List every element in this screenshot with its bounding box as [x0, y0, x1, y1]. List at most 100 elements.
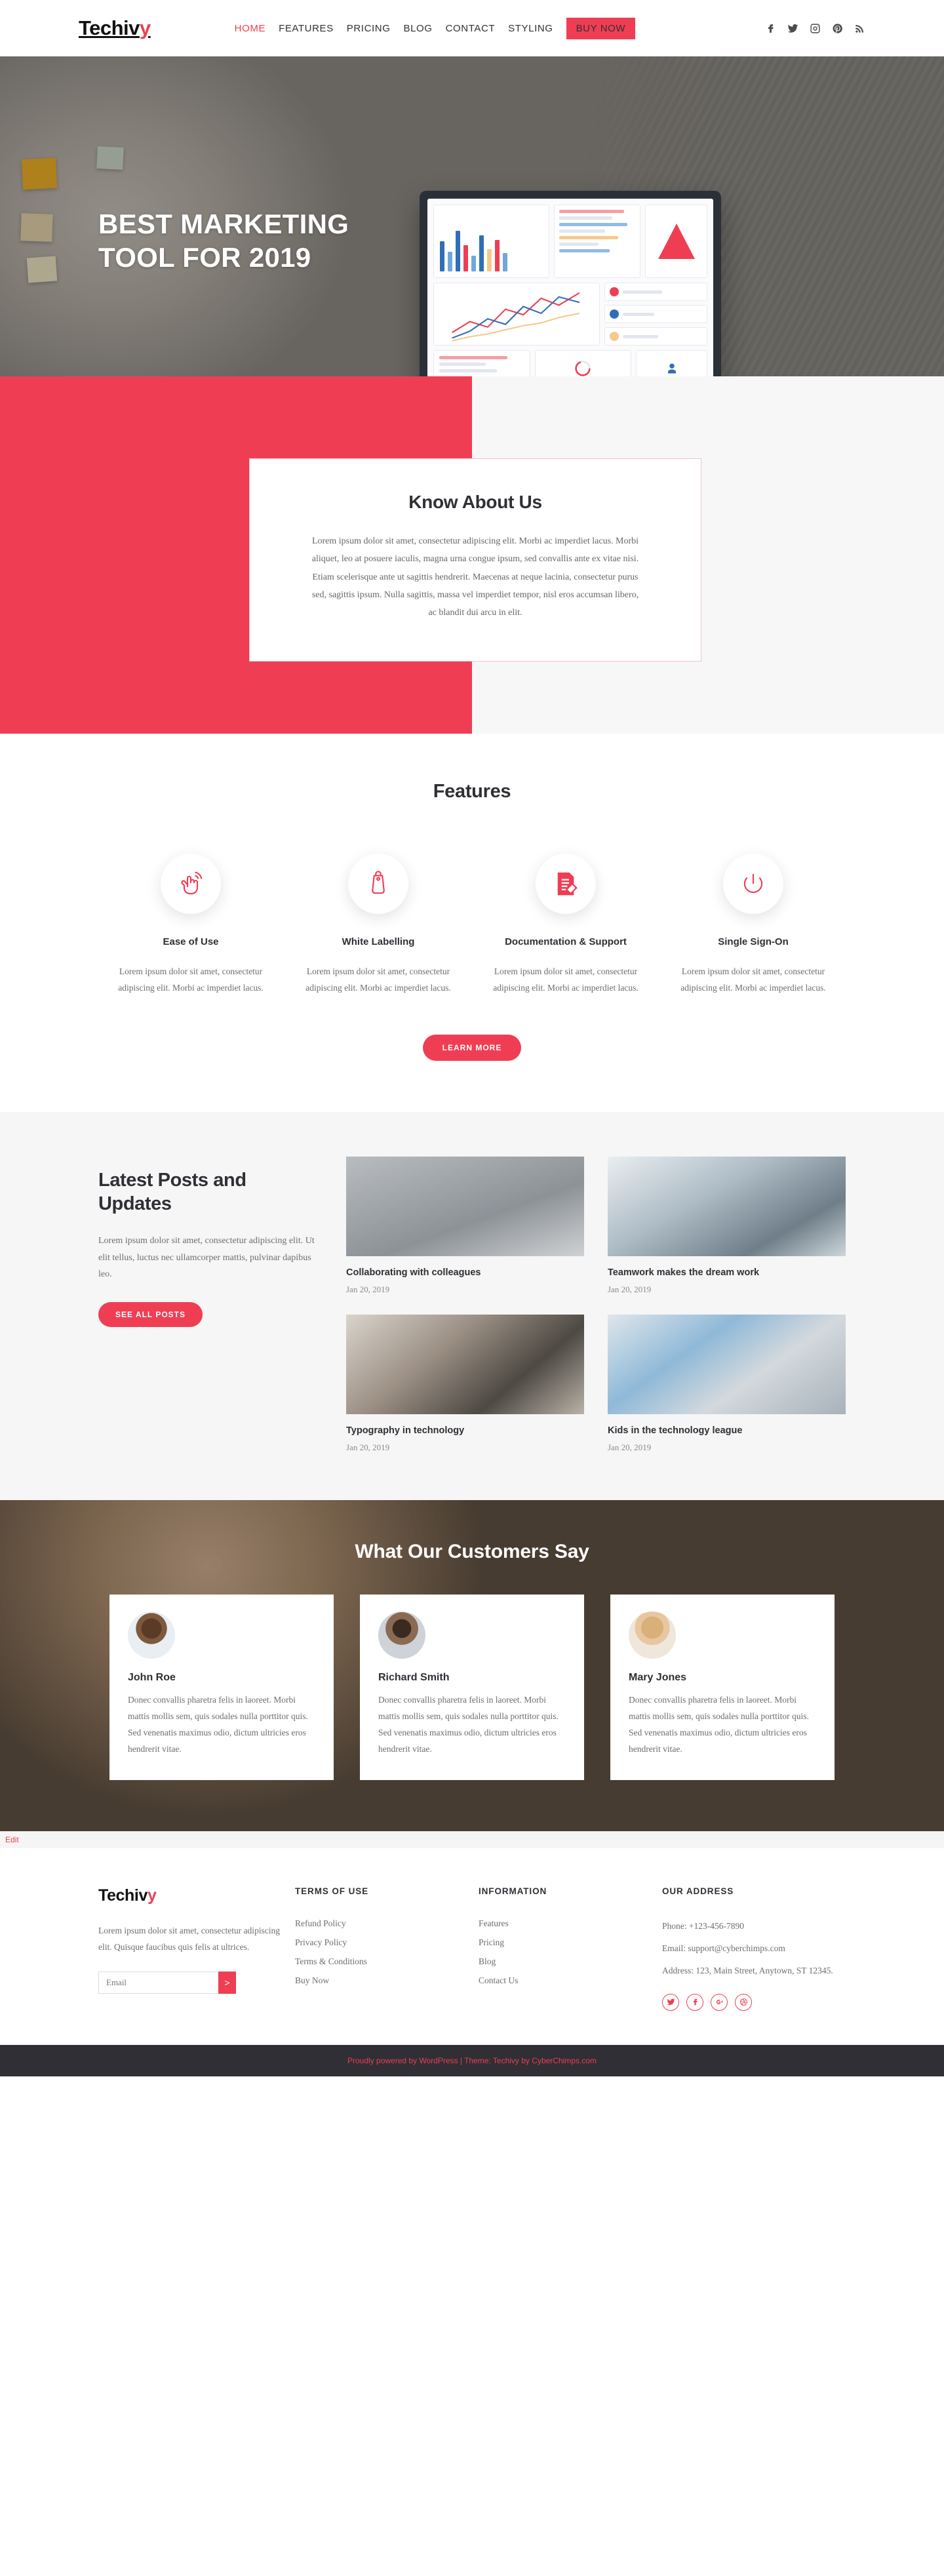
post-title: Kids in the technology league: [608, 1425, 743, 1436]
learn-more-button[interactable]: LEARN MORE: [422, 1034, 522, 1061]
credits-pre: Proudly powered by: [347, 2055, 420, 2065]
post-card[interactable]: Collaborating with colleagues Jan 20, 20…: [346, 1156, 584, 1295]
footer-information-heading: INFORMATION: [479, 1886, 547, 1896]
edit-link[interactable]: Edit: [5, 1835, 19, 1844]
footer-address-heading: OUR ADDRESS: [662, 1886, 734, 1896]
footer-address: Address: 123, Main Street, Anytown, ST 1…: [662, 1965, 833, 1975]
about-body: Lorem ipsum dolor sit amet, consectetur …: [311, 536, 639, 618]
laptop-mockup: [420, 191, 721, 376]
hero-title-line-1: BEST MARKETING: [98, 208, 349, 239]
feature-card-white-labelling: White Labelling Lorem ipsum dolor sit am…: [296, 854, 460, 997]
post-date: Jan 20, 2019: [346, 1442, 390, 1452]
newsletter-submit-button[interactable]: >: [218, 1972, 236, 1994]
footer-link-contact-us[interactable]: Contact Us: [479, 1975, 662, 1986]
bar-chart-widget: [433, 205, 549, 278]
footer-link-pricing[interactable]: Pricing: [479, 1937, 662, 1948]
footer-social-links: [662, 1993, 846, 2011]
footer-link-features[interactable]: Features: [479, 1918, 662, 1929]
pinterest-icon[interactable]: [832, 23, 843, 34]
feature-title: White Labelling: [342, 936, 415, 947]
footer-link-blog[interactable]: Blog: [479, 1956, 662, 1967]
avatar: [128, 1611, 175, 1659]
about-card: Know About Us Lorem ipsum dolor sit amet…: [249, 458, 701, 662]
post-title: Collaborating with colleagues: [346, 1267, 481, 1278]
post-thumbnail: [346, 1156, 584, 1256]
post-date: Jan 20, 2019: [608, 1284, 652, 1294]
footer-information-column: INFORMATION Features Pricing Blog Contac…: [479, 1886, 662, 2011]
footer-terms-column: TERMS OF USE Refund Policy Privacy Polic…: [295, 1886, 479, 2011]
feature-title: Ease of Use: [163, 936, 219, 947]
footer-logo-text: Techiv: [98, 1886, 148, 1905]
tap-hand-icon: [161, 854, 221, 914]
feature-card-documentation-support: Documentation & Support Lorem ipsum dolo…: [484, 854, 648, 997]
post-date: Jan 20, 2019: [346, 1284, 390, 1294]
post-card[interactable]: Teamwork makes the dream work Jan 20, 20…: [608, 1156, 846, 1295]
newsletter-email-input[interactable]: [98, 1972, 218, 1994]
nav-item-home[interactable]: HOME: [235, 23, 266, 34]
features-heading: Features: [433, 781, 511, 802]
footer-logo-accent: y: [147, 1886, 157, 1905]
hero-banner: BEST MARKETING TOOL FOR 2019: [0, 56, 944, 376]
testimonials-section: What Our Customers Say John Roe Donec co…: [0, 1499, 944, 1831]
buy-now-button[interactable]: BUY NOW: [566, 17, 636, 39]
avatar: [378, 1611, 425, 1659]
nav-item-features[interactable]: FEATURES: [279, 23, 334, 34]
nav-item-contact[interactable]: CONTACT: [446, 23, 496, 34]
google-plus-icon[interactable]: [711, 1993, 728, 2011]
feature-title: Single Sign-On: [718, 936, 789, 947]
list-widget: [553, 205, 641, 278]
testimonial-quote: Donec convallis pharetra felis in laoree…: [378, 1694, 559, 1754]
feature-text: Lorem ipsum dolor sit amet, consectetur …: [493, 966, 639, 993]
site-logo[interactable]: Techivy: [79, 16, 151, 40]
tag-label-icon: [348, 854, 408, 914]
post-card[interactable]: Typography in technology Jan 20, 2019: [346, 1314, 584, 1453]
testimonial-name: Mary Jones: [629, 1671, 687, 1683]
footer-email: Email: support@cyberchimps.com: [662, 1943, 785, 1953]
hero-title: BEST MARKETING TOOL FOR 2019: [98, 207, 349, 274]
feature-title: Documentation & Support: [505, 936, 627, 947]
facebook-icon[interactable]: [765, 23, 776, 34]
wordpress-link[interactable]: WordPress: [419, 2056, 458, 2065]
about-heading: Know About Us: [408, 492, 542, 512]
footer-link-terms-conditions[interactable]: Terms & Conditions: [295, 1956, 479, 1967]
footer-address-column: OUR ADDRESS Phone: +123-456-7890 Email: …: [662, 1886, 846, 2011]
dribbble-icon[interactable]: [735, 1993, 752, 2011]
testimonial-card: Mary Jones Donec convallis pharetra feli…: [610, 1594, 835, 1780]
nav-item-styling[interactable]: STYLING: [508, 23, 553, 34]
post-card[interactable]: Kids in the technology league Jan 20, 20…: [608, 1314, 846, 1453]
logo-text: Techiv: [79, 16, 140, 39]
hero-title-line-2: TOOL FOR 2019: [98, 242, 311, 273]
post-thumbnail: [346, 1314, 584, 1414]
dashboard-preview: [427, 199, 713, 376]
testimonial-name: Richard Smith: [378, 1671, 450, 1683]
footer-link-buy-now[interactable]: Buy Now: [295, 1975, 479, 1986]
credits-text: Proudly powered by WordPress | Theme: Te…: [347, 2056, 597, 2065]
site-header: Techivy HOME FEATURES PRICING BLOG CONTA…: [0, 0, 944, 56]
credits-mid: | Theme: Techivy by: [458, 2055, 532, 2065]
feature-text: Lorem ipsum dolor sit amet, consectetur …: [305, 966, 451, 993]
footer-logo: Techivy: [98, 1886, 295, 1905]
footer-link-refund-policy[interactable]: Refund Policy: [295, 1918, 479, 1929]
testimonial-card: John Roe Donec convallis pharetra felis …: [109, 1594, 334, 1780]
line-chart-widget: [433, 283, 600, 346]
logo-accent: y: [139, 16, 151, 39]
nav-item-pricing[interactable]: PRICING: [347, 23, 391, 34]
post-thumbnail: [608, 1156, 846, 1256]
twitter-icon[interactable]: [787, 23, 798, 34]
instagram-icon[interactable]: [810, 23, 821, 34]
cyberchimps-link[interactable]: CyberChimps.com: [532, 2056, 597, 2065]
rss-icon[interactable]: [854, 23, 865, 34]
header-social-links: [765, 23, 865, 34]
twitter-icon[interactable]: [662, 1993, 679, 2011]
testimonial-name: John Roe: [128, 1671, 176, 1683]
nav-item-blog[interactable]: BLOG: [403, 23, 432, 34]
about-section: Know About Us Lorem ipsum dolor sit amet…: [0, 376, 944, 734]
facebook-icon[interactable]: [686, 1993, 703, 2011]
footer-link-privacy-policy[interactable]: Privacy Policy: [295, 1937, 479, 1948]
post-title: Teamwork makes the dream work: [608, 1267, 760, 1278]
testimonial-quote: Donec convallis pharetra felis in laoree…: [629, 1694, 809, 1754]
footer-brand-text: Lorem ipsum dolor sit amet, consectetur …: [98, 1925, 281, 1952]
footer-bottom-bar: Proudly powered by WordPress | Theme: Te…: [0, 2044, 944, 2076]
see-all-posts-button[interactable]: SEE ALL POSTS: [98, 1302, 203, 1327]
pyramid-widget: [645, 205, 707, 278]
